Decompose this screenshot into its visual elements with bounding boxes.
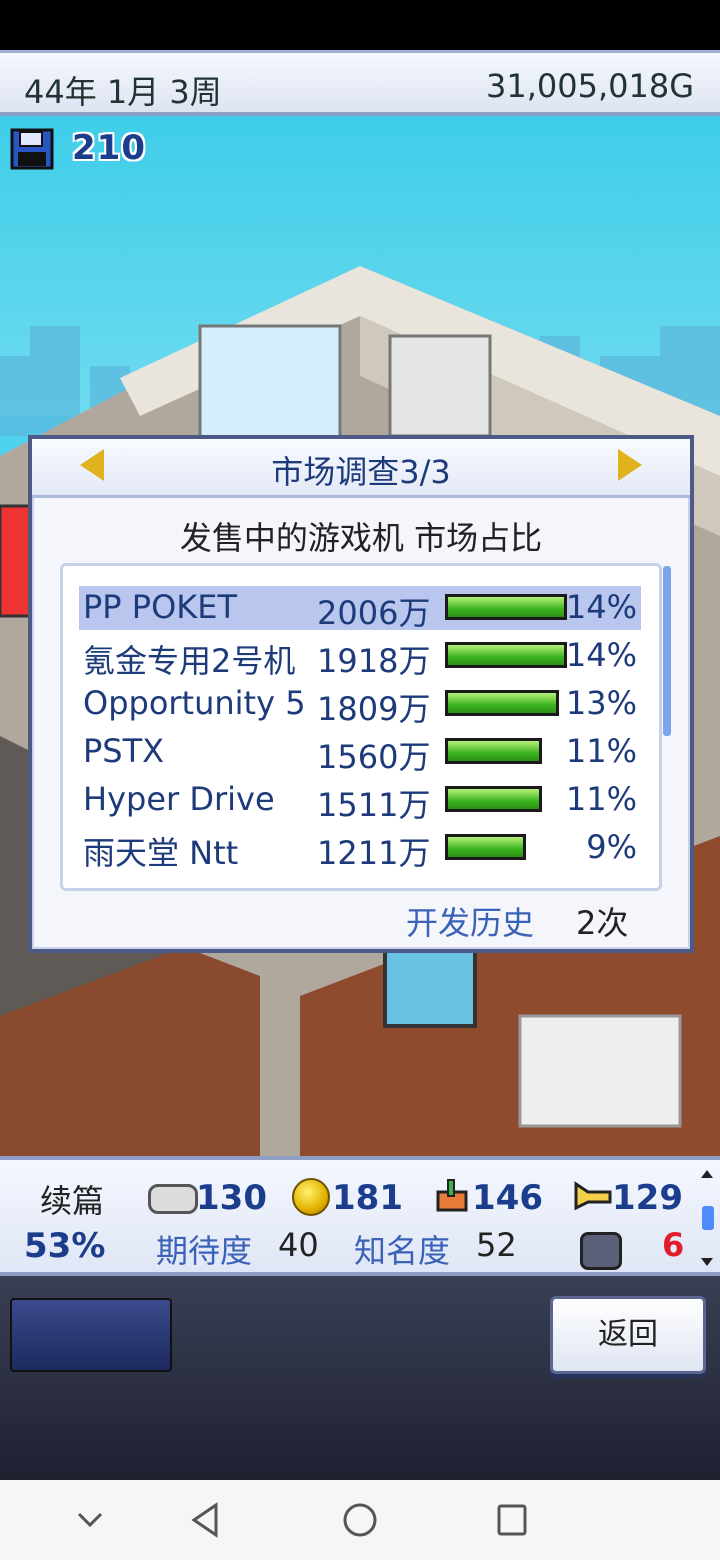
console-row[interactable]: PP POKET 2006万 14% xyxy=(79,586,641,632)
console-row[interactable]: 雨天堂 Ntt 1211万 9% xyxy=(79,826,641,872)
console-row[interactable]: PSTX 1560万 11% xyxy=(79,730,641,776)
progress-percent: 53% xyxy=(24,1226,106,1266)
stats-scroll-thumb[interactable] xyxy=(702,1206,714,1230)
gamepad-icon xyxy=(148,1184,198,1214)
back-button[interactable]: 返回 xyxy=(550,1296,706,1374)
expectation-value: 40 xyxy=(278,1226,319,1264)
market-share-percent: 14% xyxy=(565,588,637,626)
console-name: PSTX xyxy=(83,732,165,770)
market-research-dialog: 市场调查3/3 发售中的游戏机 市场占比 PP POKET 2006万 14% 氪金专… xyxy=(28,435,694,953)
history-row: 开发历史 2次 xyxy=(32,894,690,944)
next-page-arrow-icon[interactable] xyxy=(618,449,642,481)
menu-slot-button[interactable] xyxy=(10,1298,172,1372)
console-row[interactable]: Opportunity 5 1809万 13% xyxy=(79,682,641,728)
history-label[interactable]: 开发历史 xyxy=(406,898,534,944)
market-share-percent: 14% xyxy=(565,636,637,674)
dialog-header: 市场调查3/3 xyxy=(32,439,690,498)
console-name: 雨天堂 Ntt xyxy=(83,834,239,872)
dialog-title: 市场调查3/3 xyxy=(271,453,451,491)
command-area: 返回 xyxy=(0,1276,720,1480)
console-name: Hyper Drive xyxy=(83,780,275,818)
top-info-bar: 44年 1月 3周 31,005,018G xyxy=(0,50,720,116)
console-name: 氪金专用2号机 xyxy=(83,642,296,680)
nav-home-icon[interactable] xyxy=(342,1502,378,1538)
market-share-bar xyxy=(445,594,567,620)
list-scrollbar[interactable] xyxy=(663,566,671,736)
chevron-down-icon[interactable] xyxy=(76,1502,104,1538)
save-count: 210 xyxy=(72,128,146,168)
market-share-percent: 11% xyxy=(565,732,637,770)
system-nav-bar xyxy=(0,1480,720,1560)
coin-icon xyxy=(292,1178,330,1216)
status-bar xyxy=(0,0,720,50)
sequel-label: 续篇 xyxy=(40,1182,105,1220)
market-share-percent: 9% xyxy=(586,828,637,866)
trumpet-icon xyxy=(574,1181,612,1210)
fame-label: 知名度 xyxy=(354,1232,451,1270)
expectation-label: 期待度 xyxy=(156,1232,253,1270)
history-value: 2次 xyxy=(576,904,629,942)
bug-robot-icon xyxy=(580,1232,622,1270)
game-stats-bar: 续篇 53% 130 181 146 129 期待度 40 知名度 52 6 xyxy=(0,1156,720,1276)
market-share-bar xyxy=(445,642,567,668)
console-sales: 1560万 xyxy=(317,738,431,776)
console-sales: 1211万 xyxy=(317,834,431,872)
console-sales: 2006万 xyxy=(317,594,431,632)
nav-back-icon[interactable] xyxy=(190,1502,222,1538)
console-row[interactable]: 氪金专用2号机 1918万 14% xyxy=(79,634,641,680)
bug-count: 6 xyxy=(662,1226,685,1264)
fame-value: 52 xyxy=(476,1226,517,1264)
console-share-list[interactable]: PP POKET 2006万 14% 氪金专用2号机 1918万 14% Opportuni… xyxy=(60,563,671,891)
dialog-subtitle: 发售中的游戏机 市场占比 xyxy=(179,519,543,557)
console-name: Opportunity 5 xyxy=(83,684,305,722)
console-name: PP POKET xyxy=(83,588,237,626)
market-share-bar xyxy=(445,834,526,860)
market-share-bar xyxy=(445,738,542,764)
money-amount: 31,005,018G xyxy=(485,67,694,105)
floppy-disk-icon xyxy=(10,128,54,170)
console-row[interactable]: Hyper Drive 1511万 11% xyxy=(79,778,641,824)
creativity-value: 181 xyxy=(332,1178,403,1218)
console-sales: 1918万 xyxy=(317,642,431,680)
sound-value: 129 xyxy=(612,1178,683,1218)
graphics-value: 146 xyxy=(472,1178,543,1218)
fun-value: 130 xyxy=(196,1178,267,1218)
paintbrush-icon xyxy=(436,1179,468,1212)
market-share-percent: 13% xyxy=(565,684,637,722)
console-sales: 1809万 xyxy=(317,690,431,728)
game-date: 44年 1月 3周 xyxy=(24,73,222,111)
console-sales: 1511万 xyxy=(317,786,431,824)
market-share-bar xyxy=(445,690,559,716)
market-share-bar xyxy=(445,786,542,812)
nav-recents-icon[interactable] xyxy=(496,1502,528,1538)
market-share-percent: 11% xyxy=(565,780,637,818)
